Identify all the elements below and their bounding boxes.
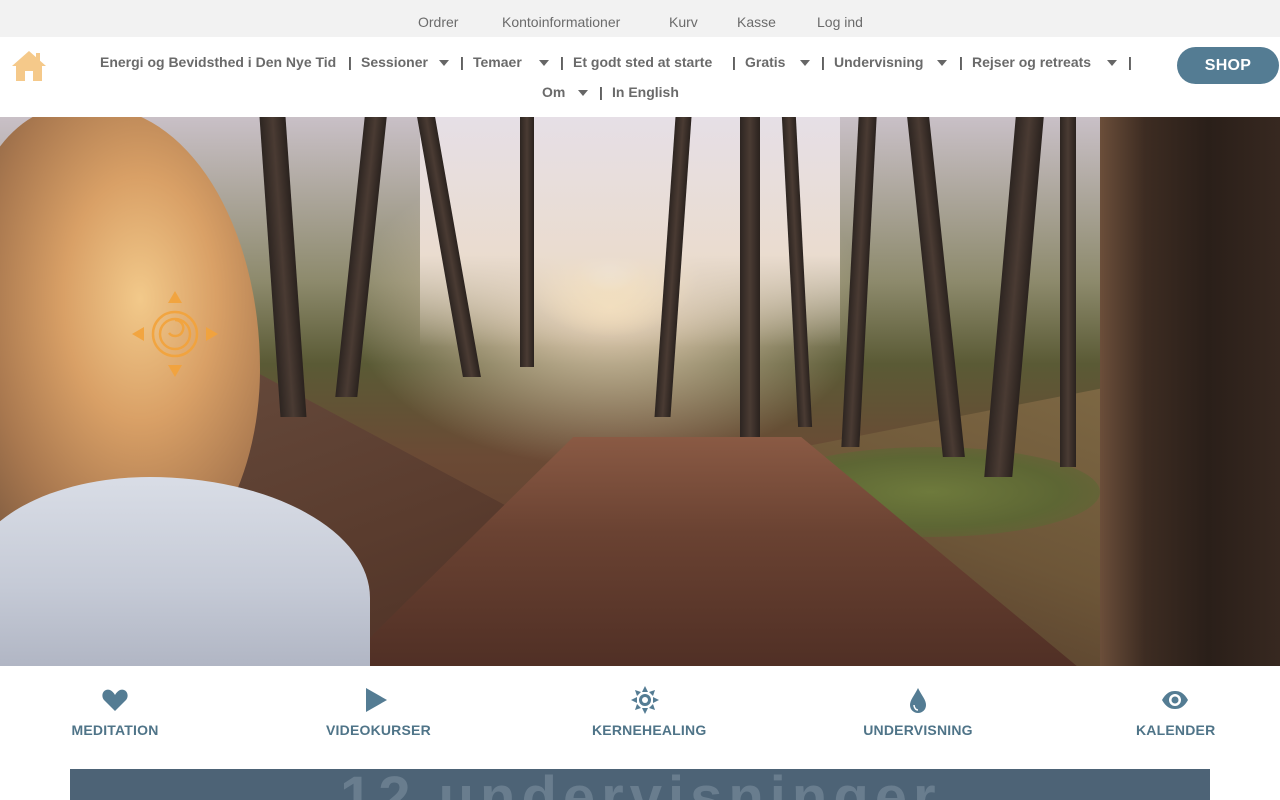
topbar-link-cart[interactable]: Kurv [669,13,698,31]
feature-label: VIDEOKURSER [326,722,431,738]
play-icon [366,688,387,712]
nav-item-godt-sted[interactable]: Et godt sted at starte [573,53,712,71]
chevron-down-icon[interactable] [578,90,588,96]
chevron-down-icon[interactable] [439,60,449,66]
topbar-link-account[interactable]: Kontoinformationer [502,13,620,31]
feature-links: MEDITATION VIDEOKURSER KERNEHEALING UNDE… [0,666,1280,769]
nav-item-sessioner[interactable]: Sessioner [361,53,428,71]
main-header: Energi og Bevidsthed i Den Nye Tid | Ses… [0,37,1280,117]
shop-button[interactable]: SHOP [1177,47,1279,84]
nav-separator: | [732,54,736,70]
nav-separator: | [959,54,963,70]
home-icon[interactable] [10,49,48,83]
chevron-down-icon[interactable] [539,60,549,66]
feature-label: KALENDER [1136,722,1216,738]
feature-label: MEDITATION [71,722,159,738]
nav-separator: | [821,54,825,70]
hero-image [0,117,1280,666]
banner-heading: 12 undervisninger [340,769,942,800]
feature-kernehealing[interactable]: KERNEHEALING [592,686,707,738]
chevron-down-icon[interactable] [937,60,947,66]
nav-separator: | [348,54,352,70]
feature-label: UNDERVISNING [863,722,973,738]
heart-icon [102,689,128,711]
feature-kalender[interactable]: KALENDER [1136,686,1216,738]
feature-videokurser[interactable]: VIDEOKURSER [326,686,431,738]
nav-item-gratis[interactable]: Gratis [745,53,785,71]
nav-item-energi[interactable]: Energi og Bevidsthed i Den Nye Tid [100,53,336,71]
feature-meditation[interactable]: MEDITATION [70,686,160,738]
nav-item-in-english[interactable]: In English [612,83,679,101]
nav-separator: | [599,84,603,100]
nav-item-rejser[interactable]: Rejser og retreats [972,53,1091,71]
topbar-link-orders[interactable]: Ordrer [418,13,458,31]
sun-logo-icon [132,291,218,377]
nav-separator: | [560,54,564,70]
feature-label: KERNEHEALING [592,722,707,738]
eye-icon [1162,691,1188,709]
topbar-link-checkout[interactable]: Kasse [737,13,776,31]
chevron-down-icon[interactable] [800,60,810,66]
chevron-down-icon[interactable] [1107,60,1117,66]
promo-banner: 12 undervisninger [70,769,1210,800]
drop-icon [910,688,926,713]
nav-item-om[interactable]: Om [542,83,565,101]
nav-item-temaer[interactable]: Temaer [473,53,522,71]
nav-separator: | [460,54,464,70]
sun-icon [631,686,659,714]
feature-undervisning[interactable]: UNDERVISNING [863,686,973,738]
nav-item-undervisning[interactable]: Undervisning [834,53,923,71]
nav-separator: | [1128,54,1132,70]
topbar-link-login[interactable]: Log ind [817,13,863,31]
top-utility-bar: Ordrer Kontoinformationer Kurv Kasse Log… [0,0,1280,37]
